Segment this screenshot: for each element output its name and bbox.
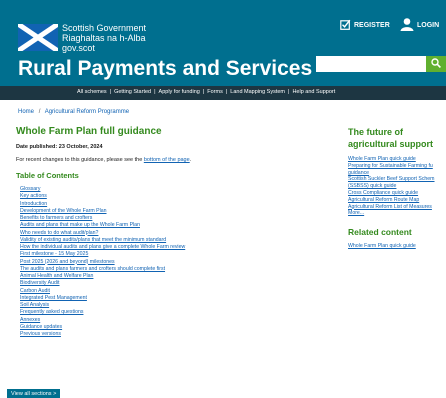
sidebar-link[interactable]: guidance [348,170,446,177]
login-label: LOGIN [417,21,440,29]
nav-separator: | [288,89,290,95]
logo-line-2: Riaghaltas na h-Alba [62,33,146,43]
register-button[interactable]: REGISTER [340,15,390,35]
related-links: Whole Farm Plan quick guide [348,243,446,250]
toc-link-previous-versions[interactable]: Previous versions [20,331,185,338]
toc-link-soil-analysis[interactable]: Soil Analysis [20,302,185,309]
site-header: Scottish Government Riaghaltas na h-Alba… [0,0,446,100]
sidebar-link[interactable]: Whole Farm Plan quick guide [348,156,446,163]
user-icon [400,17,414,33]
breadcrumb: Home / Agricultural Reform Programme [18,109,129,115]
toc-link-carbon-audit[interactable]: Carbon Audit [20,288,185,295]
toc-link-audits-and-plans[interactable]: Audits and plans that make up the Whole … [20,222,185,229]
toc-link-animal-health[interactable]: Animal Health and Welfare Plan [20,273,185,280]
register-label: REGISTER [354,21,390,29]
nav-apply-for-funding[interactable]: Apply for funding [159,89,200,95]
breadcrumb-home[interactable]: Home [18,109,34,115]
toc-link-first-milestone[interactable]: First milestone - 15 May 2025 [20,251,185,258]
toc-link-biodiversity[interactable]: Biodiversity Audit [20,280,185,287]
recent-suffix: . [189,157,192,163]
search-icon [431,55,441,73]
nav-separator: | [154,89,156,95]
sidebar-link[interactable]: Preparing for Sustainable Farming fu [348,163,446,170]
logo-line-3: gov.scot [62,43,95,53]
nav-forms[interactable]: Forms [207,89,223,95]
check-box-icon [340,19,351,32]
toc-link-pest-management[interactable]: Integrated Pest Management [20,295,185,302]
bottom-of-page-link[interactable]: bottom of the page [144,157,190,163]
login-button[interactable]: LOGIN [400,15,439,35]
sidebar-link[interactable]: Cross Compliance quick guide [348,190,446,197]
site-title[interactable]: Rural Payments and Services [18,57,312,81]
related-link[interactable]: Whole Farm Plan quick guide [348,243,446,250]
logo-text[interactable]: Scottish Government Riaghaltas na h-Alba… [62,23,146,53]
toc-link-annexes[interactable]: Annexes [20,317,185,324]
toc-link-who-needs[interactable]: Who needs to do what audit/plan? [20,230,185,237]
saltire-logo-icon[interactable] [18,24,58,51]
logo-line-1: Scottish Government [62,23,147,33]
sidebar-link[interactable]: Agricultural Reform Route Map [348,197,446,204]
toc-link-glossary[interactable]: Glossary [20,186,185,193]
sidebar-link-more[interactable]: More... [348,210,446,217]
toc-heading: Table of Contents [16,171,79,180]
search-button[interactable] [426,56,446,72]
main-nav: All schemes | Getting Started | Apply fo… [0,86,446,100]
toc-link-validity[interactable]: Validity of existing audits/plans that m… [20,237,185,244]
toc-link-key-actions[interactable]: Key actions [20,193,185,200]
sidebar-link[interactable]: Agricultural Reform List of Measures [348,204,446,211]
toc-link-development[interactable]: Development of the Whole Farm Plan [20,208,185,215]
sidebar-link[interactable]: Scottish Suckler Beef Support Schem [348,176,446,183]
nav-help-and-support[interactable]: Help and Support [292,89,335,95]
toc-link-complete-review[interactable]: How the individual audits and plans give… [20,244,185,251]
sidebar-links: Whole Farm Plan quick guide Preparing fo… [348,156,446,217]
toc-link-post-2025[interactable]: Post 2025 (2026 and beyond) milestones [20,259,185,266]
toc-link-introduction[interactable]: Introduction [20,201,185,208]
sidebar: The future of agricultural support Whole… [348,126,446,250]
breadcrumb-agricultural-reform[interactable]: Agricultural Reform Programme [45,109,129,115]
search-input[interactable] [316,56,426,72]
toc-link-faq[interactable]: Frequently asked questions [20,309,185,316]
page-title: Whole Farm Plan full guidance [16,126,162,137]
sidebar-heading-line-2: agricultural support [348,139,434,149]
nav-separator: | [109,89,112,95]
toc-link-complete-first[interactable]: The audits and plans farmers and crofter… [20,266,185,273]
nav-getting-started[interactable]: Getting Started [114,89,151,95]
main-content: Whole Farm Plan full guidance Date publi… [16,126,336,337]
toc-link-guidance-updates[interactable]: Guidance updates [20,324,185,331]
nav-land-mapping-system[interactable]: Land Mapping System [230,89,285,95]
nav-separator: | [225,89,228,95]
sidebar-heading: The future of agricultural support [348,126,446,150]
breadcrumb-separator: / [38,109,41,115]
date-published: Date published: 23 October, 2024 [16,144,103,150]
nav-separator: | [202,89,205,95]
view-all-sections-button[interactable]: View all sections > [7,389,61,398]
recent-changes-text: For recent changes to this guidance, ple… [16,157,191,163]
nav-all-schemes[interactable]: All schemes [77,89,107,95]
related-content-heading: Related content [348,227,412,238]
recent-prefix: For recent changes to this guidance, ple… [16,157,144,163]
table-of-contents: Glossary Key actions Introduction Develo… [20,186,185,338]
sidebar-heading-line-1: The future of [348,127,403,137]
toc-link-benefits[interactable]: Benefits to farmers and crofters [20,215,185,222]
sidebar-link[interactable]: (SSBSS) quick guide [348,183,446,190]
